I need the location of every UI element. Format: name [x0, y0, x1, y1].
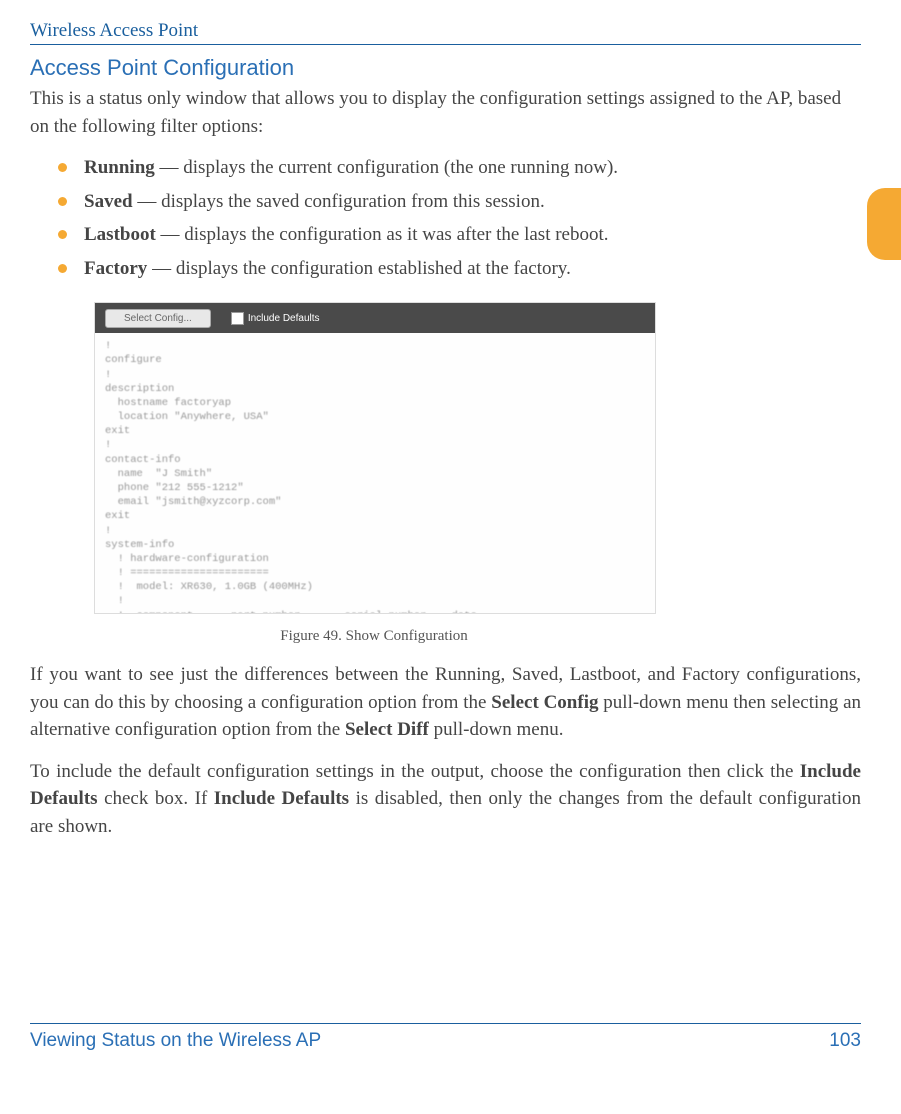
term: Lastboot	[84, 224, 156, 245]
figure-caption: Figure 49. Show Configuration	[94, 628, 654, 645]
text: check box. If	[98, 788, 214, 809]
checkbox-icon[interactable]	[231, 312, 244, 325]
term: Running	[84, 157, 155, 178]
page-number: 103	[829, 1030, 861, 1052]
list-item: Running — displays the current configura…	[58, 154, 861, 182]
section-title: Access Point Configuration	[30, 55, 861, 81]
footer-rule	[30, 1023, 861, 1024]
term: Saved	[84, 191, 133, 212]
config-output-text: ! configure ! description hostname facto…	[95, 333, 655, 614]
filter-options-list: Running — displays the current configura…	[58, 154, 861, 282]
section-intro: This is a status only window that allows…	[30, 85, 861, 140]
paragraph-diff: If you want to see just the differences …	[30, 661, 861, 744]
list-item: Lastboot — displays the configuration as…	[58, 221, 861, 249]
select-config-button[interactable]: Select Config...	[105, 309, 211, 328]
text-bold: Select Config	[491, 692, 598, 713]
text: To include the default configuration set…	[30, 761, 800, 782]
include-defaults-checkbox-wrap[interactable]: Include Defaults	[231, 312, 320, 325]
paragraph-defaults: To include the default configuration set…	[30, 758, 861, 841]
list-item: Saved — displays the saved configuration…	[58, 188, 861, 216]
figure-toolbar: Select Config... Include Defaults	[95, 303, 655, 333]
desc: — displays the current configuration (th…	[155, 157, 618, 178]
figure-container: Select Config... Include Defaults ! conf…	[94, 302, 861, 645]
text-bold: Select Diff	[345, 719, 429, 740]
list-item: Factory — displays the configuration est…	[58, 255, 861, 283]
text: pull-down menu.	[429, 719, 564, 740]
desc: — displays the saved configuration from …	[133, 191, 545, 212]
side-tab-marker	[867, 188, 901, 260]
page-header-title: Wireless Access Point	[30, 20, 861, 42]
header-rule	[30, 44, 861, 45]
include-defaults-label: Include Defaults	[248, 313, 320, 324]
desc: — displays the configuration as it was a…	[156, 224, 609, 245]
text-bold: Include Defaults	[214, 788, 349, 809]
figure-screenshot: Select Config... Include Defaults ! conf…	[94, 302, 656, 614]
term: Factory	[84, 258, 147, 279]
page-footer: Viewing Status on the Wireless AP 103	[30, 1023, 861, 1052]
desc: — displays the configuration established…	[147, 258, 571, 279]
footer-section-title: Viewing Status on the Wireless AP	[30, 1030, 321, 1052]
